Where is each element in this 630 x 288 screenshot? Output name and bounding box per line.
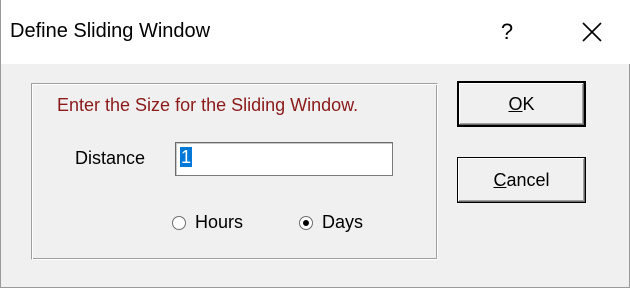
days-radio[interactable]: Days	[299, 212, 363, 233]
days-radio-circle[interactable]	[299, 215, 313, 230]
define-sliding-window-dialog: Define Sliding Window ? Enter the Size f…	[0, 0, 630, 288]
ok-button[interactable]: OK	[457, 81, 586, 127]
cancel-label-rest: ancel	[506, 169, 550, 190]
cancel-button-label: Cancel	[493, 170, 549, 191]
hours-radio-circle[interactable]	[172, 215, 186, 230]
ok-button-label: OK	[508, 94, 534, 115]
distance-input[interactable]: 1	[175, 142, 393, 176]
hours-radio[interactable]: Hours	[172, 212, 243, 233]
distance-value: 1	[180, 147, 193, 167]
cancel-button[interactable]: Cancel	[457, 157, 586, 203]
ok-mnemonic: O	[508, 93, 523, 114]
help-icon: ?	[500, 19, 514, 44]
close-icon	[582, 22, 602, 42]
distance-label: Distance	[75, 148, 146, 168]
close-button[interactable]	[569, 8, 615, 56]
title-bar[interactable]: Define Sliding Window ?	[1, 0, 630, 64]
ok-label-rest: K	[522, 93, 535, 114]
days-radio-selected-dot	[303, 219, 309, 226]
help-button[interactable]: ?	[484, 8, 530, 56]
cancel-mnemonic: C	[493, 169, 507, 190]
days-radio-label: Days	[322, 212, 364, 232]
size-prompt: Enter the Size for the Sliding Window.	[57, 95, 359, 115]
window-title: Define Sliding Window	[10, 20, 211, 42]
hours-radio-label: Hours	[195, 212, 244, 232]
